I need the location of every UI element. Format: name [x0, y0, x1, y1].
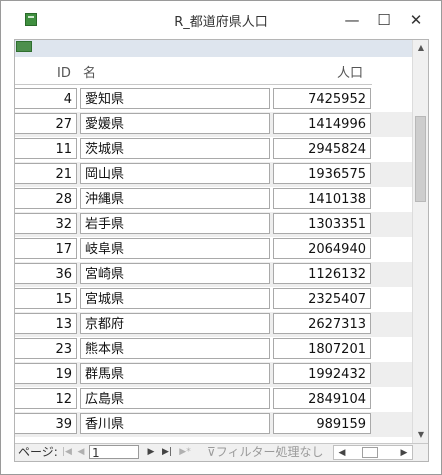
table-row: 23 熊本県 1807201 — [15, 337, 412, 362]
name-field[interactable]: 熊本県 — [80, 338, 270, 359]
report-window: R_都道府県人口 — ☐ ✕ ID 名 人口 4 愛知県 7425952 27 … — [0, 0, 442, 475]
name-field[interactable]: 京都府 — [80, 313, 270, 334]
report-selector[interactable] — [16, 41, 32, 52]
report-header — [15, 40, 412, 57]
column-header-id: ID — [57, 66, 71, 81]
id-field[interactable]: 15 — [15, 288, 77, 309]
name-field[interactable]: 宮崎県 — [80, 263, 270, 284]
table-row: 15 宮城県 2325407 — [15, 287, 412, 312]
id-field[interactable]: 19 — [15, 363, 77, 384]
filter-funnel-icon: ⊽ — [207, 445, 216, 459]
scroll-down-arrow-icon[interactable]: ▼ — [413, 427, 428, 443]
id-field[interactable]: 32 — [15, 213, 77, 234]
last-page-button[interactable]: ▶| — [161, 444, 173, 461]
name-field[interactable]: 愛媛県 — [80, 113, 270, 134]
minimize-button[interactable]: — — [337, 9, 367, 31]
table-row: 4 愛知県 7425952 — [15, 87, 412, 112]
scroll-up-arrow-icon[interactable]: ▲ — [413, 40, 428, 56]
scroll-thumb[interactable] — [415, 116, 426, 202]
vertical-scrollbar[interactable]: ▲ ▼ — [412, 40, 428, 443]
population-field[interactable]: 2325407 — [273, 288, 371, 309]
filter-label: フィルター処理なし — [215, 445, 324, 459]
next-page-button[interactable]: ▶ — [145, 444, 157, 461]
population-field[interactable]: 1126132 — [273, 263, 371, 284]
name-field[interactable]: 宮城県 — [80, 288, 270, 309]
id-field[interactable]: 13 — [15, 313, 77, 334]
title-bar[interactable]: R_都道府県人口 — ☐ ✕ — [1, 1, 441, 39]
name-field[interactable]: 群馬県 — [80, 363, 270, 384]
scroll-left-arrow-icon[interactable]: ◀ — [336, 445, 348, 461]
table-row: 11 茨城県 2945824 — [15, 137, 412, 162]
population-field[interactable]: 2849104 — [273, 388, 371, 409]
id-field[interactable]: 12 — [15, 388, 77, 409]
horizontal-scroll-thumb[interactable] — [362, 447, 378, 458]
id-field[interactable]: 27 — [15, 113, 77, 134]
population-field[interactable]: 1936575 — [273, 163, 371, 184]
id-field[interactable]: 23 — [15, 338, 77, 359]
population-field[interactable]: 1303351 — [273, 213, 371, 234]
population-field[interactable]: 989159 — [273, 413, 371, 434]
table-row: 36 宮崎県 1126132 — [15, 262, 412, 287]
population-field[interactable]: 1414996 — [273, 113, 371, 134]
population-field[interactable]: 2945824 — [273, 138, 371, 159]
name-field[interactable]: 茨城県 — [80, 138, 270, 159]
column-header-name: 名 — [83, 66, 97, 81]
id-field[interactable]: 28 — [15, 188, 77, 209]
name-field[interactable]: 岐阜県 — [80, 238, 270, 259]
page-label: ページ: — [18, 445, 58, 459]
first-page-button[interactable]: |◀ — [61, 444, 73, 461]
id-field[interactable]: 39 — [15, 413, 77, 434]
table-row: 21 岡山県 1936575 — [15, 162, 412, 187]
table-row: 13 京都府 2627313 — [15, 312, 412, 337]
table-row: 17 岐阜県 2064940 — [15, 237, 412, 262]
column-header-population: 人口 — [337, 66, 364, 81]
population-field[interactable]: 1410138 — [273, 188, 371, 209]
id-field[interactable]: 17 — [15, 238, 77, 259]
name-field[interactable]: 岡山県 — [80, 163, 270, 184]
population-field[interactable]: 1992432 — [273, 363, 371, 384]
scroll-right-arrow-icon[interactable]: ▶ — [398, 445, 410, 461]
name-field[interactable]: 沖縄県 — [80, 188, 270, 209]
report-body: ID 名 人口 4 愛知県 7425952 27 愛媛県 1414996 11 … — [14, 39, 429, 462]
header-divider — [15, 84, 372, 85]
id-field[interactable]: 11 — [15, 138, 77, 159]
window-title: R_都道府県人口 — [174, 15, 268, 30]
table-row: 39 香川県 989159 — [15, 412, 412, 437]
name-field[interactable]: 愛知県 — [80, 88, 270, 109]
table-row: 28 沖縄県 1410138 — [15, 187, 412, 212]
id-field[interactable]: 36 — [15, 263, 77, 284]
population-field[interactable]: 1807201 — [273, 338, 371, 359]
population-field[interactable]: 2627313 — [273, 313, 371, 334]
table-row: 32 岩手県 1303351 — [15, 212, 412, 237]
table-row: 19 群馬県 1992432 — [15, 362, 412, 387]
navigation-bar: ページ: |◀ ◀ 1 ▶ ▶| ▶* ⊽フィルター処理なし ◀ ▶ — [15, 443, 428, 461]
page-number-input[interactable]: 1 — [89, 445, 139, 460]
table-row: 12 広島県 2849104 — [15, 387, 412, 412]
population-field[interactable]: 7425952 — [273, 88, 371, 109]
horizontal-scrollbar[interactable]: ◀ ▶ — [333, 445, 413, 460]
new-record-button[interactable]: ▶* — [179, 444, 191, 461]
name-field[interactable]: 香川県 — [80, 413, 270, 434]
access-report-icon[interactable] — [25, 13, 37, 26]
record-list: 4 愛知県 7425952 27 愛媛県 1414996 11 茨城県 2945… — [15, 87, 412, 437]
previous-page-button[interactable]: ◀ — [75, 444, 87, 461]
id-field[interactable]: 21 — [15, 163, 77, 184]
name-field[interactable]: 岩手県 — [80, 213, 270, 234]
id-field[interactable]: 4 — [15, 88, 77, 109]
table-row: 27 愛媛県 1414996 — [15, 112, 412, 137]
population-field[interactable]: 2064940 — [273, 238, 371, 259]
close-button[interactable]: ✕ — [401, 9, 431, 31]
filter-status[interactable]: ⊽フィルター処理なし — [207, 444, 324, 461]
name-field[interactable]: 広島県 — [80, 388, 270, 409]
maximize-button[interactable]: ☐ — [369, 9, 399, 31]
